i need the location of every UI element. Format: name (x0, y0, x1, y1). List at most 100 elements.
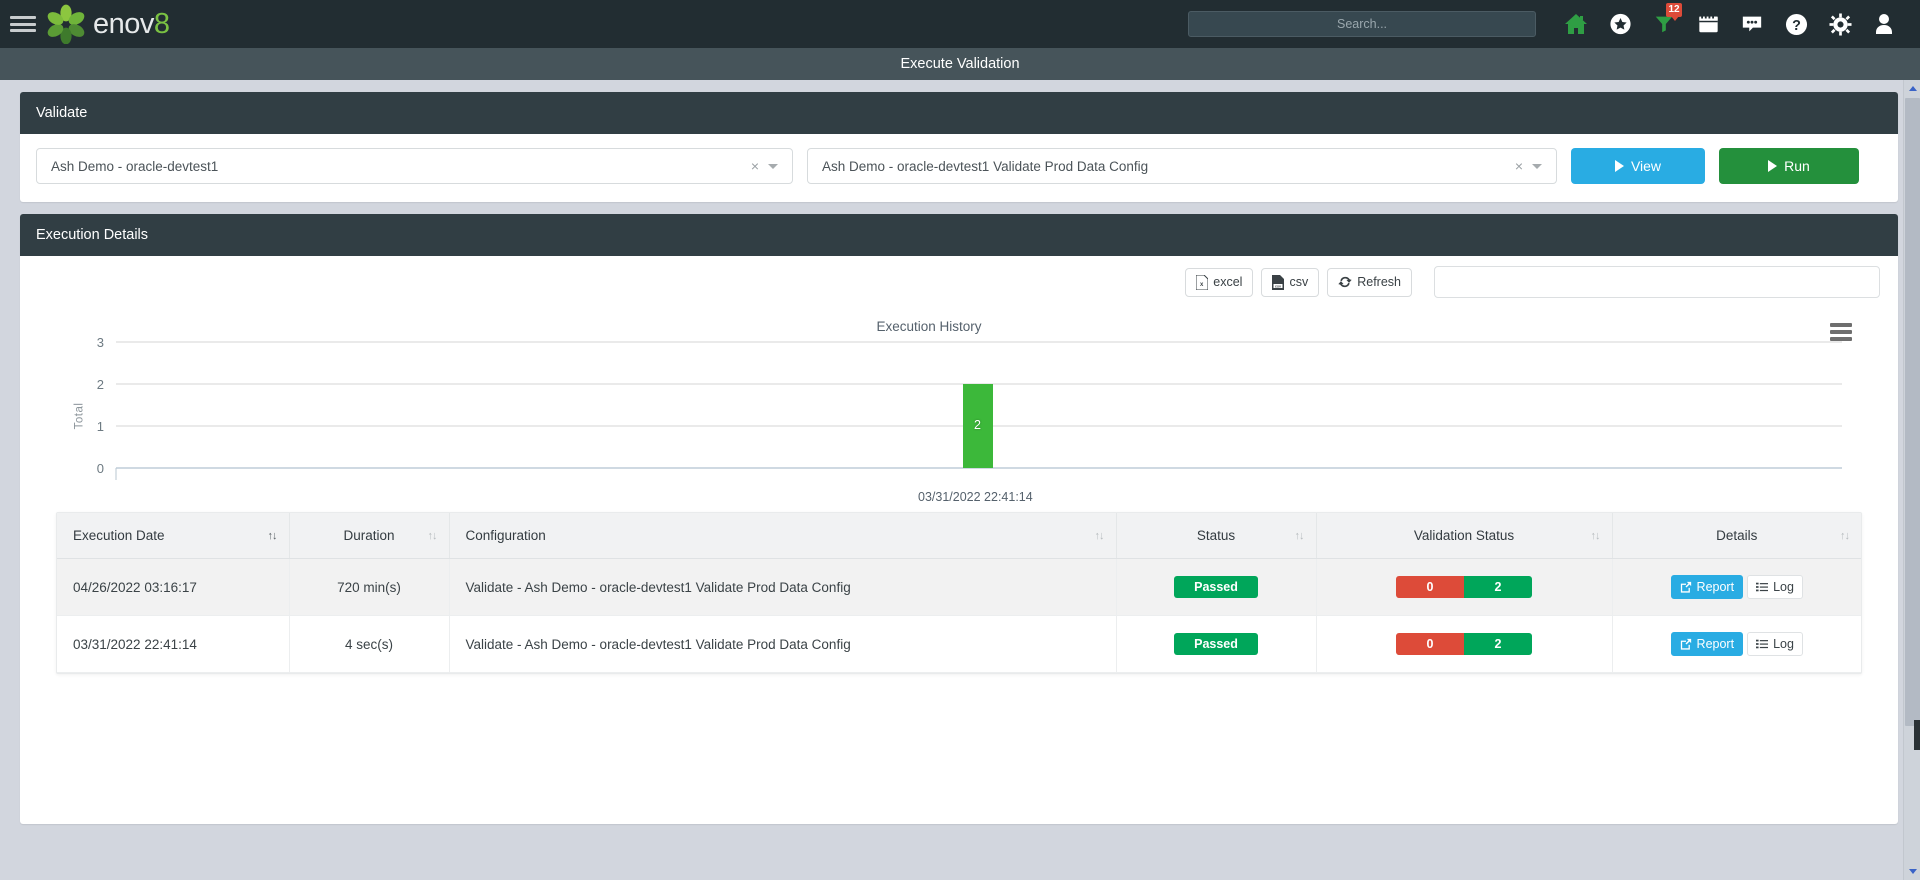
user-icon[interactable] (1862, 0, 1906, 48)
list-icon (1756, 582, 1769, 592)
chart-x-tick-label: 03/31/2022 22:41:14 (918, 490, 1033, 504)
column-label: Status (1196, 528, 1236, 543)
scrollbar-marker (1914, 720, 1920, 750)
column-header-duration[interactable]: Duration ↑↓ (289, 513, 450, 559)
config-select[interactable]: Ash Demo - oracle-devtest1 Validate Prod… (807, 148, 1557, 184)
results-table: Execution Date ↑↓ Duration ↑↓ Configurat… (57, 513, 1861, 673)
environment-select-value: Ash Demo - oracle-devtest1 (51, 158, 219, 174)
brand-name: enov (93, 7, 154, 40)
external-link-icon (1680, 581, 1691, 593)
bar-data-label: 2 (974, 418, 981, 432)
svg-text:3: 3 (97, 335, 104, 350)
log-button-label: Log (1773, 637, 1794, 651)
validation-failed-badge[interactable]: 0 (1396, 576, 1464, 598)
execution-details-title: Execution Details (20, 214, 1898, 256)
log-button[interactable]: Log (1747, 575, 1803, 599)
export-csv-button[interactable]: csv csv (1261, 267, 1320, 297)
page-content: Validate Ash Demo - oracle-devtest1 × As… (0, 80, 1920, 880)
table-filter-input[interactable] (1434, 266, 1880, 298)
sort-icon[interactable]: ↑↓ (1840, 530, 1850, 542)
column-label: Configuration (465, 528, 546, 543)
sort-icon[interactable]: ↑↓ (1095, 530, 1105, 542)
search-input[interactable]: Search... (1188, 11, 1536, 37)
view-button[interactable]: View (1571, 148, 1705, 184)
results-table-head: Execution Date ↑↓ Duration ↑↓ Configurat… (57, 513, 1861, 559)
report-button[interactable]: Report (1670, 632, 1744, 656)
column-label: Execution Date (73, 528, 165, 543)
cell-status: Passed (1116, 558, 1317, 616)
hamburger-bar (10, 22, 36, 26)
log-button[interactable]: Log (1747, 632, 1803, 656)
log-button-label: Log (1773, 580, 1794, 594)
environment-clear-icon[interactable]: × (742, 158, 768, 174)
run-button-label: Run (1784, 158, 1810, 174)
refresh-button[interactable]: Refresh (1327, 267, 1412, 297)
validation-passed-badge[interactable]: 2 (1464, 576, 1532, 598)
status-badge: Passed (1174, 576, 1258, 598)
details-button-group: Report Log (1670, 632, 1803, 656)
cell-validation-status: 0 2 (1316, 558, 1613, 616)
calendar-icon[interactable] (1686, 0, 1730, 48)
brand-text: enov8 (93, 7, 170, 40)
execution-history-chart: Execution History Total 3 2 1 0 2 03/31/… (20, 314, 1898, 504)
view-button-label: View (1630, 158, 1662, 174)
environment-select[interactable]: Ash Demo - oracle-devtest1 × (36, 148, 793, 184)
home-icon[interactable] (1554, 0, 1598, 48)
config-clear-icon[interactable]: × (1506, 158, 1532, 174)
sort-icon[interactable]: ↑↓ (1295, 530, 1305, 542)
sort-icon[interactable]: ↑↓ (1591, 530, 1601, 542)
svg-text:0: 0 (97, 461, 104, 476)
sort-icon[interactable]: ↑↓ (428, 530, 438, 542)
column-header-status[interactable]: Status ↑↓ (1116, 513, 1317, 559)
cell-validation-status: 0 2 (1316, 615, 1613, 673)
export-excel-button[interactable]: x excel (1185, 267, 1254, 297)
external-link-icon (1680, 638, 1691, 650)
column-header-execution-date[interactable]: Execution Date ↑↓ (57, 513, 290, 559)
column-header-configuration[interactable]: Configuration ↑↓ (449, 513, 1117, 559)
scrollbar-thumb[interactable] (1905, 98, 1920, 726)
column-label: Duration (343, 528, 395, 543)
validation-passed-badge[interactable]: 2 (1464, 633, 1532, 655)
star-icon[interactable] (1598, 0, 1642, 48)
column-header-validation-status[interactable]: Validation Status ↑↓ (1316, 513, 1613, 559)
navbar-right-group: Search... 12 ? (1188, 0, 1906, 48)
refresh-icon (1338, 276, 1352, 288)
report-button[interactable]: Report (1670, 575, 1744, 599)
chevron-down-icon[interactable] (768, 163, 778, 169)
svg-text:2: 2 (97, 377, 104, 392)
details-button-group: Report Log (1670, 575, 1803, 599)
results-table-body: 04/26/2022 03:16:17 720 min(s) Validate … (57, 558, 1861, 673)
scroll-down-arrow-icon[interactable] (1904, 863, 1920, 880)
help-icon[interactable]: ? (1774, 0, 1818, 48)
chat-icon[interactable] (1730, 0, 1774, 48)
export-csv-label: csv (1289, 275, 1309, 289)
table-row[interactable]: 03/31/2022 22:41:14 4 sec(s) Validate - … (57, 615, 1861, 673)
table-header-row: Execution Date ↑↓ Duration ↑↓ Configurat… (57, 513, 1861, 559)
hamburger-bar (10, 16, 36, 19)
run-button[interactable]: Run (1719, 148, 1859, 184)
cell-execution-date: 03/31/2022 22:41:14 (57, 615, 290, 673)
cell-execution-date: 04/26/2022 03:16:17 (57, 558, 290, 616)
sort-icon[interactable]: ↑↓ (268, 530, 278, 542)
play-icon (1768, 160, 1778, 172)
svg-text:csv: csv (1275, 284, 1281, 288)
validation-status-group: 0 2 (1396, 633, 1532, 655)
hamburger-icon[interactable] (10, 13, 36, 35)
cell-details: Report Log (1612, 558, 1861, 616)
column-label: Validation Status (1413, 528, 1515, 543)
cell-configuration: Validate - Ash Demo - oracle-devtest1 Va… (449, 558, 1117, 616)
chevron-down-icon[interactable] (1532, 163, 1542, 169)
table-row[interactable]: 04/26/2022 03:16:17 720 min(s) Validate … (57, 558, 1861, 616)
gear-icon[interactable] (1818, 0, 1862, 48)
funnel-icon[interactable]: 12 (1642, 0, 1686, 48)
brand-logo-link[interactable]: enov8 (46, 4, 170, 44)
cell-details: Report Log (1612, 615, 1861, 673)
column-label: Details (1716, 528, 1758, 543)
scroll-up-arrow-icon[interactable] (1904, 80, 1920, 97)
validate-panel: Validate Ash Demo - oracle-devtest1 × As… (20, 92, 1898, 202)
validate-panel-title: Validate (20, 92, 1898, 134)
column-header-details[interactable]: Details ↑↓ (1612, 513, 1861, 559)
validation-failed-badge[interactable]: 0 (1396, 633, 1464, 655)
validate-controls-row: Ash Demo - oracle-devtest1 × Ash Demo - … (20, 134, 1898, 202)
page-scrollbar[interactable] (1903, 80, 1920, 880)
